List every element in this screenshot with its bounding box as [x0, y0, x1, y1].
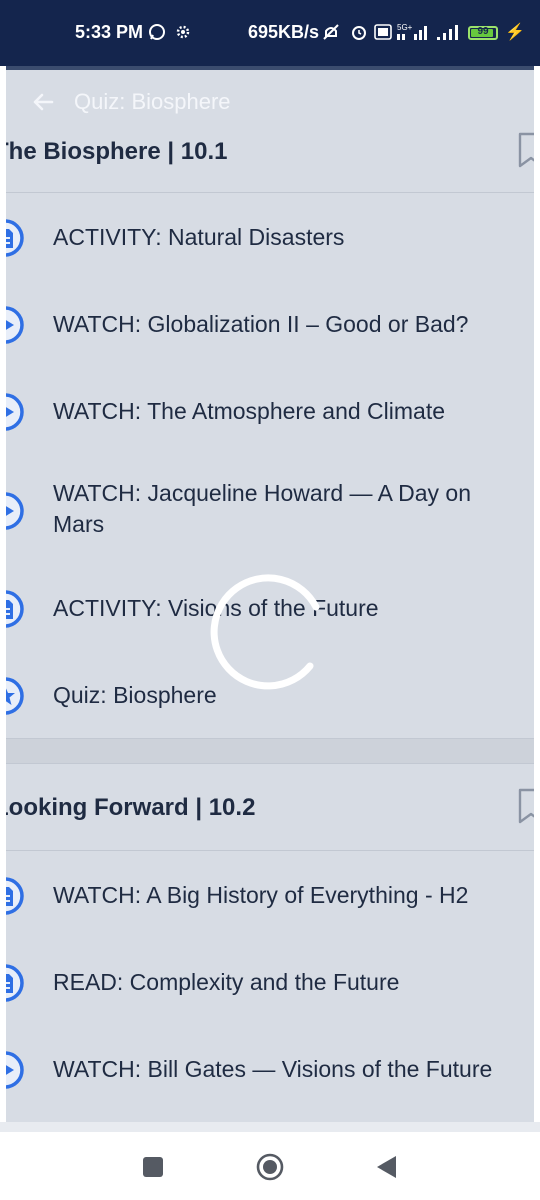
- play-icon: [6, 393, 24, 431]
- bookmark-icon[interactable]: [518, 788, 534, 824]
- item-label: WATCH: Jacqueline Howard — A Day on Mars: [53, 480, 471, 537]
- item-label: WATCH: A Big History of Everything - H2: [53, 882, 469, 908]
- whatsapp-icon: [149, 24, 165, 40]
- divider: [6, 850, 534, 851]
- signal-5g-icon: 5G+: [397, 23, 427, 40]
- play-icon: [6, 306, 24, 344]
- signal-icon: [437, 25, 458, 40]
- item-label: WATCH: Bill Gates — Visions of the Futur…: [53, 1056, 493, 1082]
- charging-icon: ⚡: [505, 24, 525, 41]
- star-icon: [6, 677, 24, 715]
- section-gap: [6, 739, 534, 763]
- play-icon: [6, 1051, 24, 1089]
- settings-icon: [176, 25, 190, 39]
- volte-icon: [374, 24, 392, 40]
- svg-text:5G+: 5G+: [397, 23, 413, 32]
- item-label: ACTIVITY: Natural Disasters: [53, 224, 345, 250]
- section-title: Looking Forward | 10.2: [6, 794, 256, 821]
- document-icon: [6, 590, 24, 628]
- play-icon: [6, 492, 24, 530]
- document-icon: [6, 964, 24, 1002]
- document-icon: [6, 219, 24, 257]
- back-button[interactable]: [372, 1152, 402, 1182]
- section-title: The Biosphere | 10.1: [6, 138, 228, 165]
- alarm-icon: [352, 26, 366, 40]
- status-time: 5:33 PM: [75, 22, 144, 42]
- system-nav-bar: [0, 1132, 540, 1200]
- item-label: WATCH: The Atmosphere and Climate: [53, 398, 445, 424]
- divider: [6, 763, 534, 764]
- document-icon: [6, 877, 24, 915]
- back-arrow-icon[interactable]: [32, 92, 54, 112]
- item-label: READ: Complexity and the Future: [53, 969, 400, 995]
- status-bar: 5:33 PM 695KB/s 5G+ 99 ⚡: [0, 0, 540, 66]
- battery-level: 99: [477, 26, 489, 37]
- battery-icon: 99: [468, 26, 498, 40]
- sheet-top-border: [6, 66, 534, 70]
- network-speed: 695KB/s: [248, 22, 320, 42]
- mute-icon: [323, 24, 339, 40]
- item-label: WATCH: Globalization II – Good or Bad?: [53, 311, 469, 337]
- content-edge: [0, 1122, 540, 1132]
- loading-spinner-icon: [210, 574, 320, 690]
- home-button[interactable]: [255, 1152, 285, 1182]
- divider: [6, 192, 534, 193]
- page-title: Quiz: Biosphere: [74, 89, 231, 114]
- bookmark-icon[interactable]: [518, 132, 534, 168]
- recents-button[interactable]: [138, 1152, 168, 1182]
